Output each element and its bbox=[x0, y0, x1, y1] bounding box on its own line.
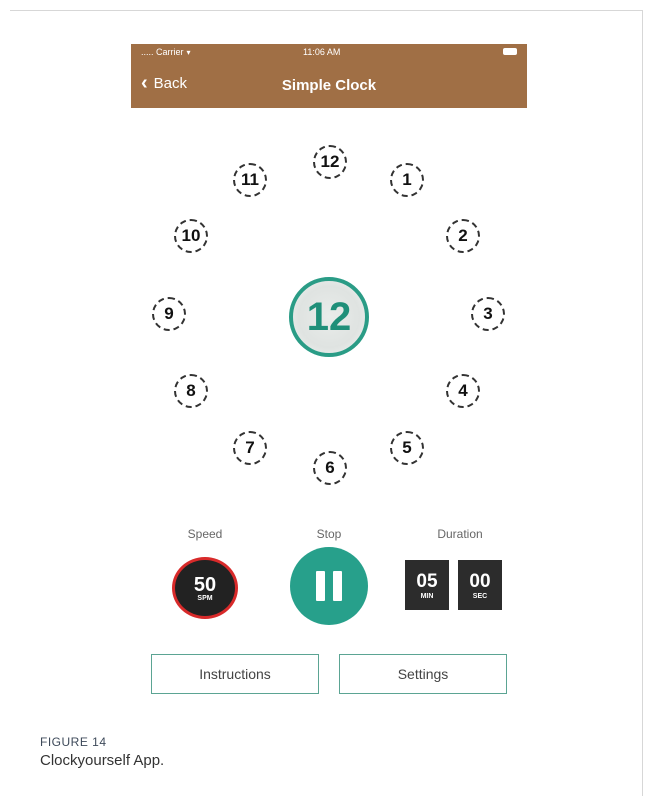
hour-12[interactable]: 12 bbox=[313, 145, 347, 179]
figure-label: FIGURE 14 bbox=[40, 735, 107, 749]
speed-unit: SPM bbox=[197, 594, 213, 602]
hour-5[interactable]: 5 bbox=[390, 431, 424, 465]
figure-caption: Clockyourself App. bbox=[40, 752, 165, 769]
speed-value: 50 bbox=[193, 573, 217, 596]
hour-9[interactable]: 9 bbox=[152, 297, 186, 331]
speed-dial[interactable]: 50 SPM bbox=[172, 557, 238, 619]
seconds-value: 00 bbox=[469, 570, 491, 592]
hour-4[interactable]: 4 bbox=[446, 374, 480, 408]
chevron-left-icon: ‹ bbox=[141, 72, 148, 94]
hour-10[interactable]: 10 bbox=[174, 219, 208, 253]
pause-icon bbox=[312, 571, 346, 601]
minutes-value: 05 bbox=[416, 570, 438, 592]
stop-label: Stop bbox=[316, 527, 342, 541]
pause-button[interactable] bbox=[290, 547, 368, 625]
duration-minutes[interactable]: 05 MIN bbox=[405, 560, 449, 610]
current-hour-display: 12 bbox=[289, 277, 369, 357]
speed-label: Speed bbox=[187, 527, 223, 541]
back-button[interactable]: ‹ Back bbox=[141, 72, 188, 94]
seconds-unit: SEC bbox=[472, 592, 488, 600]
figure-frame bbox=[10, 10, 643, 796]
hour-11[interactable]: 11 bbox=[233, 163, 267, 197]
current-hour: 12 bbox=[306, 294, 352, 339]
hour-3[interactable]: 3 bbox=[471, 297, 505, 331]
back-label: Back bbox=[153, 74, 188, 92]
hour-2[interactable]: 2 bbox=[446, 219, 480, 253]
hour-6[interactable]: 6 bbox=[313, 451, 347, 485]
hour-1[interactable]: 1 bbox=[390, 163, 424, 197]
instructions-button[interactable]: Instructions bbox=[151, 654, 319, 694]
settings-button[interactable]: Settings bbox=[339, 654, 507, 694]
hour-7[interactable]: 7 bbox=[233, 431, 267, 465]
duration-label: Duration bbox=[437, 527, 483, 541]
duration-seconds[interactable]: 00 SEC bbox=[458, 560, 502, 610]
minutes-unit: MIN bbox=[420, 592, 434, 600]
hour-8[interactable]: 8 bbox=[174, 374, 208, 408]
